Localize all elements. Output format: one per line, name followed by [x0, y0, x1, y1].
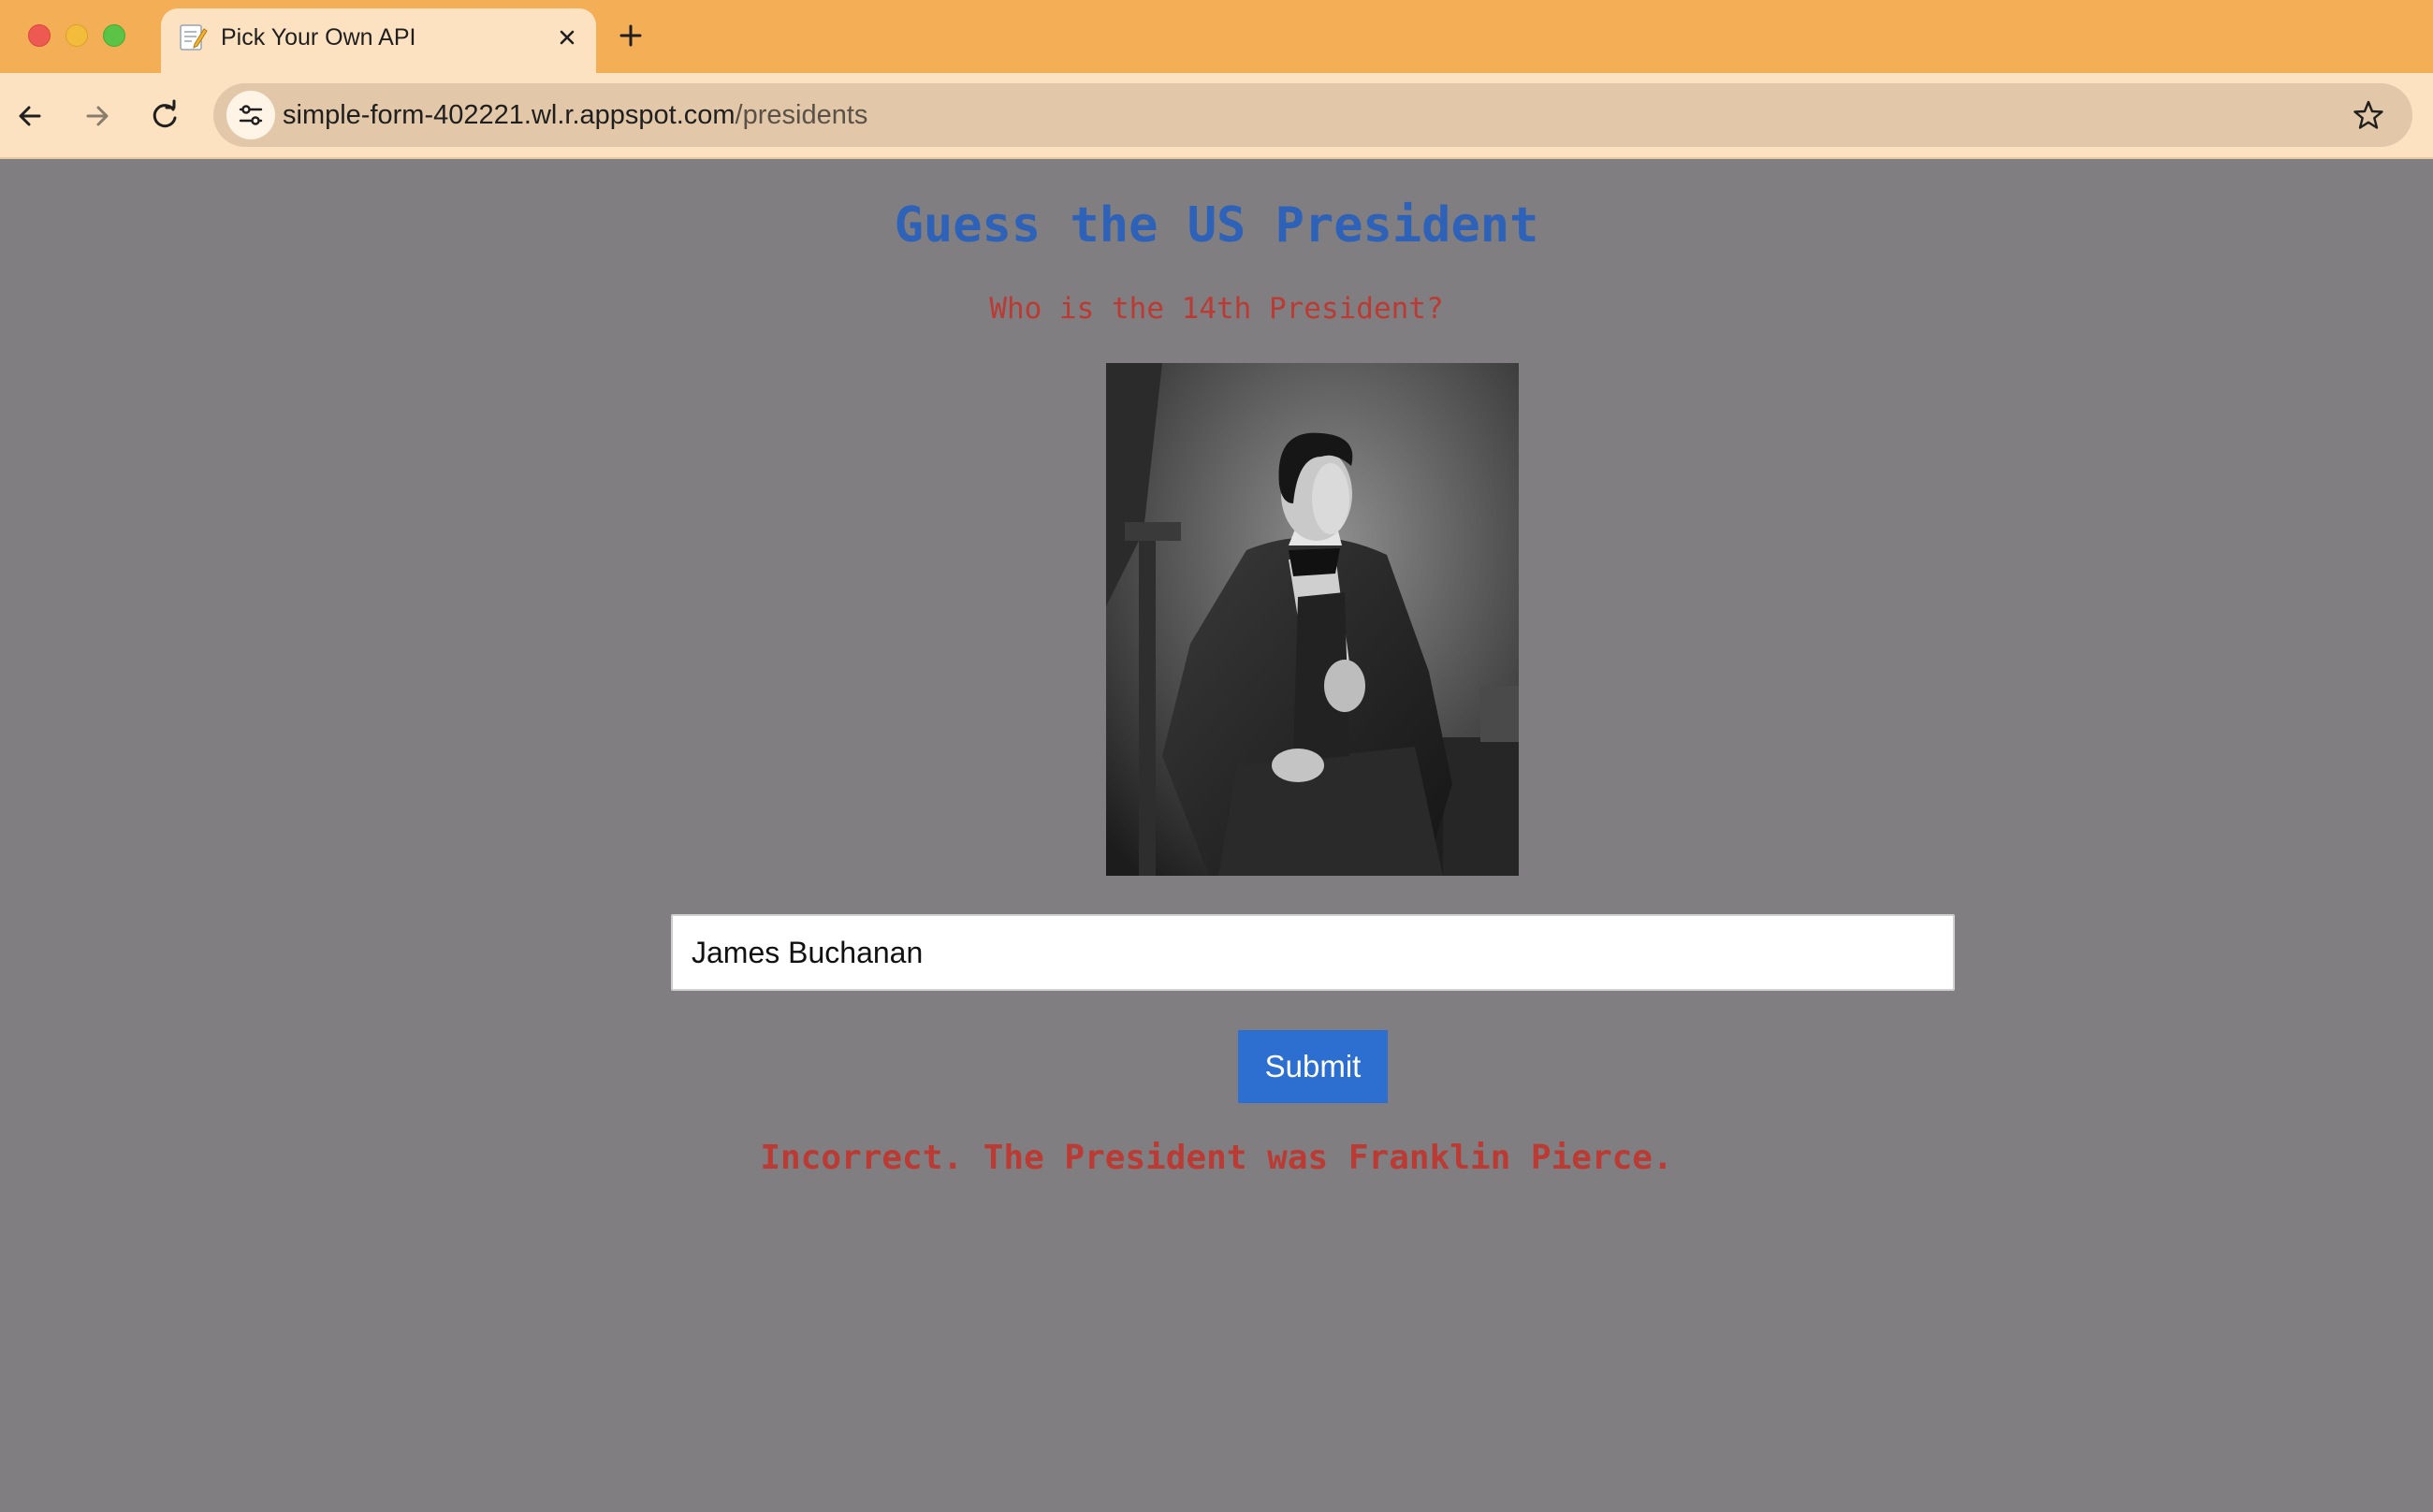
- close-window-button[interactable]: [28, 24, 51, 47]
- tune-icon: [239, 105, 263, 125]
- page-content: Guess the US President Who is the 14th P…: [0, 159, 2433, 1512]
- url-host: simple-form-402221.wl.r.appspot.com: [283, 100, 736, 130]
- browser-toolbar: simple-form-402221.wl.r.appspot.com/pres…: [0, 73, 2433, 159]
- browser-tab-bar: Pick Your Own API: [0, 0, 2433, 73]
- submit-button[interactable]: Submit: [1238, 1030, 1388, 1103]
- reload-icon[interactable]: [144, 95, 185, 137]
- page-title: Guess the US President: [894, 197, 1539, 254]
- back-arrow-icon[interactable]: [9, 95, 51, 137]
- question-text: Who is the 14th President?: [989, 292, 1444, 326]
- maximize-window-button[interactable]: [103, 24, 125, 47]
- browser-tab[interactable]: Pick Your Own API: [161, 8, 596, 73]
- president-portrait-image: [1106, 363, 1519, 876]
- bookmark-star-icon[interactable]: [2351, 97, 2386, 133]
- new-tab-icon[interactable]: [614, 19, 648, 52]
- minimize-window-button[interactable]: [66, 24, 88, 47]
- address-bar[interactable]: simple-form-402221.wl.r.appspot.com/pres…: [213, 83, 2412, 147]
- forward-arrow-icon[interactable]: [77, 95, 118, 137]
- close-tab-icon[interactable]: [551, 22, 583, 53]
- url-path: /presidents: [735, 100, 868, 130]
- result-message: Incorrect. The President was Franklin Pi…: [760, 1139, 1673, 1177]
- url-text[interactable]: simple-form-402221.wl.r.appspot.com/pres…: [283, 83, 867, 147]
- memo-icon: [180, 24, 208, 51]
- tab-title: Pick Your Own API: [221, 24, 416, 51]
- answer-input[interactable]: [671, 914, 1955, 991]
- site-info-button[interactable]: [226, 91, 275, 139]
